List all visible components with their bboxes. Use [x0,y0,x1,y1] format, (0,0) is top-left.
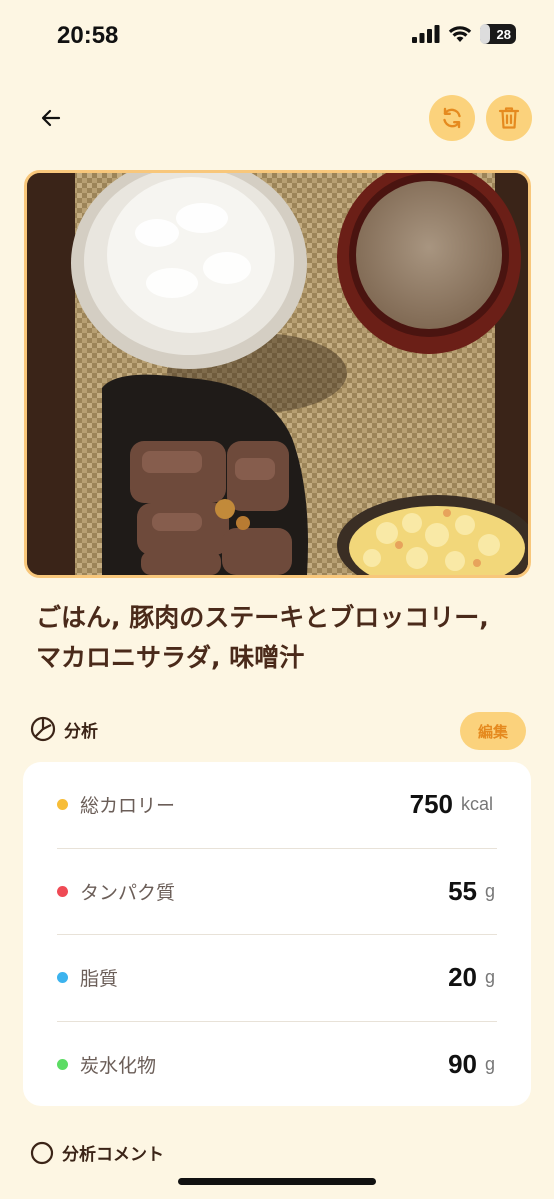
refresh-button[interactable] [429,95,475,141]
fat-value: 20 [448,962,477,993]
home-indicator[interactable] [178,1178,376,1185]
fat-label: 脂質 [80,968,119,991]
nutrition-row-protein: タンパク質 55 g [57,849,497,935]
back-button[interactable] [30,97,72,139]
protein-dot [57,885,68,897]
nutrition-row-fat: 脂質 20 g [57,935,497,1022]
battery-level: 28 [496,26,511,42]
meal-title-line-1: ごはん, 豚肉のステーキとブロッコリー, [36,603,489,632]
refresh-icon [443,107,461,129]
nutrition-card: 総カロリー 750 kcal タンパク質 55 g 脂質 20 g 炭水化物 9… [23,762,531,1106]
calories-value: 750 [409,789,453,820]
analysis-header: 分析 [30,716,98,742]
delete-button[interactable] [486,95,532,141]
fat-unit: g [485,967,496,988]
analysis-title: 分析 [64,721,98,742]
protein-value: 55 [448,875,477,906]
nutrition-row-carbs: 炭水化物 90 g [57,1022,497,1109]
arrow-left-icon [41,109,61,127]
status-icons: 28 [412,24,516,44]
protein-unit: g [485,880,496,901]
comment-title: 分析コメント [62,1145,164,1165]
carbs-unit: g [485,1054,496,1075]
comment-icon [30,1141,54,1164]
status-bar: 20:58 28 [0,0,554,70]
wifi-icon [448,26,472,42]
chart-pie-icon [30,716,56,742]
nutrition-row-calories: 総カロリー 750 kcal [57,762,497,849]
status-time: 20:58 [57,22,119,49]
calories-unit: kcal [461,794,494,815]
comment-header: 分析コメント [30,1140,164,1165]
meal-title: ごはん, 豚肉のステーキとブロッコリー, マカロニサラダ, 味噌汁 [36,598,526,678]
calories-dot [57,799,68,811]
carbs-label: 炭水化物 [80,1055,157,1078]
battery-indicator: 28 [480,24,516,44]
meal-title-line-2: マカロニサラダ, 味噌汁 [36,643,305,672]
carbs-value: 90 [448,1049,477,1080]
trash-icon [498,107,520,129]
calories-label: 総カロリー [80,795,176,818]
signal-icon [412,25,440,43]
meal-photo [24,170,531,578]
fat-dot [57,972,68,984]
carbs-dot [57,1059,68,1071]
edit-button[interactable]: 編集 [460,712,526,750]
protein-label: タンパク質 [80,881,176,904]
